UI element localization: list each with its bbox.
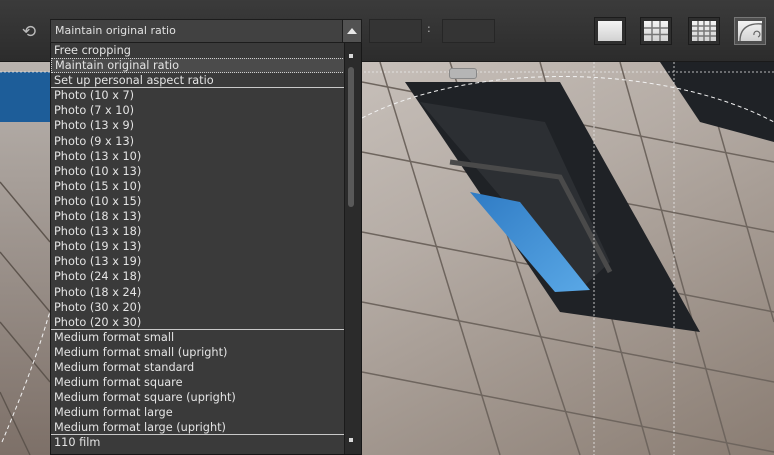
dropdown-option[interactable]: Photo (10 x 7): [51, 88, 345, 103]
dropdown-option[interactable]: Set up personal aspect ratio: [51, 73, 345, 89]
dropdown-option[interactable]: Maintain original ratio: [51, 58, 345, 74]
dropdown-option[interactable]: Medium format large (upright): [51, 420, 345, 436]
no-grid-icon[interactable]: [594, 17, 626, 45]
dropdown-option[interactable]: Medium format small: [51, 330, 345, 345]
dropdown-option[interactable]: Photo (7 x 10): [51, 103, 345, 118]
dropdown-option[interactable]: Medium format standard: [51, 360, 345, 375]
scroll-up-icon[interactable]: [349, 54, 353, 58]
dropdown-option[interactable]: Photo (20 x 30): [51, 315, 345, 330]
dropdown-option[interactable]: 110 film: [51, 435, 345, 450]
dropdown-option[interactable]: Medium format large: [51, 405, 345, 420]
dropdown-option[interactable]: Photo (13 x 18): [51, 224, 345, 239]
dropdown-option[interactable]: Photo (13 x 19): [51, 254, 345, 269]
dropdown-option[interactable]: Photo (18 x 13): [51, 209, 345, 224]
dropdown-option[interactable]: Photo (24 x 18): [51, 269, 345, 284]
dropdown-option[interactable]: Photo (13 x 10): [51, 149, 345, 164]
scroll-down-icon[interactable]: [349, 438, 353, 442]
dropdown-option[interactable]: Free cropping: [51, 43, 345, 58]
aspect-ratio-value: Maintain original ratio: [55, 24, 176, 37]
dropdown-option[interactable]: Photo (10 x 13): [51, 164, 345, 179]
rotate-arrows-icon[interactable]: ⟲: [17, 20, 41, 44]
grid-3x3-icon[interactable]: [640, 17, 672, 45]
grid-4x4-icon[interactable]: [688, 17, 720, 45]
aspect-ratio-dropdown[interactable]: Free cropping Maintain original ratio Set …: [50, 43, 362, 455]
dropdown-option[interactable]: Photo (30 x 20): [51, 300, 345, 315]
dropdown-option[interactable]: Photo (19 x 13): [51, 239, 345, 254]
golden-spiral-icon[interactable]: [734, 17, 766, 45]
crop-handle-top[interactable]: [449, 68, 477, 79]
height-field[interactable]: [442, 19, 495, 43]
dropdown-option[interactable]: Medium format small (upright): [51, 345, 345, 360]
aspect-ratio-options: Free cropping Maintain original ratio Set …: [51, 43, 345, 451]
chevron-up-icon[interactable]: [342, 20, 361, 42]
dropdown-option[interactable]: Medium format square: [51, 375, 345, 390]
dropdown-option[interactable]: Photo (13 x 9): [51, 118, 345, 133]
width-field[interactable]: [369, 19, 422, 43]
dimension-separator: :: [427, 22, 431, 35]
dropdown-option[interactable]: Photo (18 x 24): [51, 285, 345, 300]
scroll-thumb[interactable]: [348, 67, 354, 207]
dropdown-option[interactable]: Photo (10 x 15): [51, 194, 345, 209]
dropdown-option[interactable]: Photo (9 x 13): [51, 134, 345, 149]
dropdown-option[interactable]: Photo (15 x 10): [51, 179, 345, 194]
dropdown-option[interactable]: Medium format square (upright): [51, 390, 345, 405]
aspect-ratio-select[interactable]: Maintain original ratio: [50, 19, 362, 43]
dropdown-scrollbar[interactable]: [344, 43, 361, 454]
